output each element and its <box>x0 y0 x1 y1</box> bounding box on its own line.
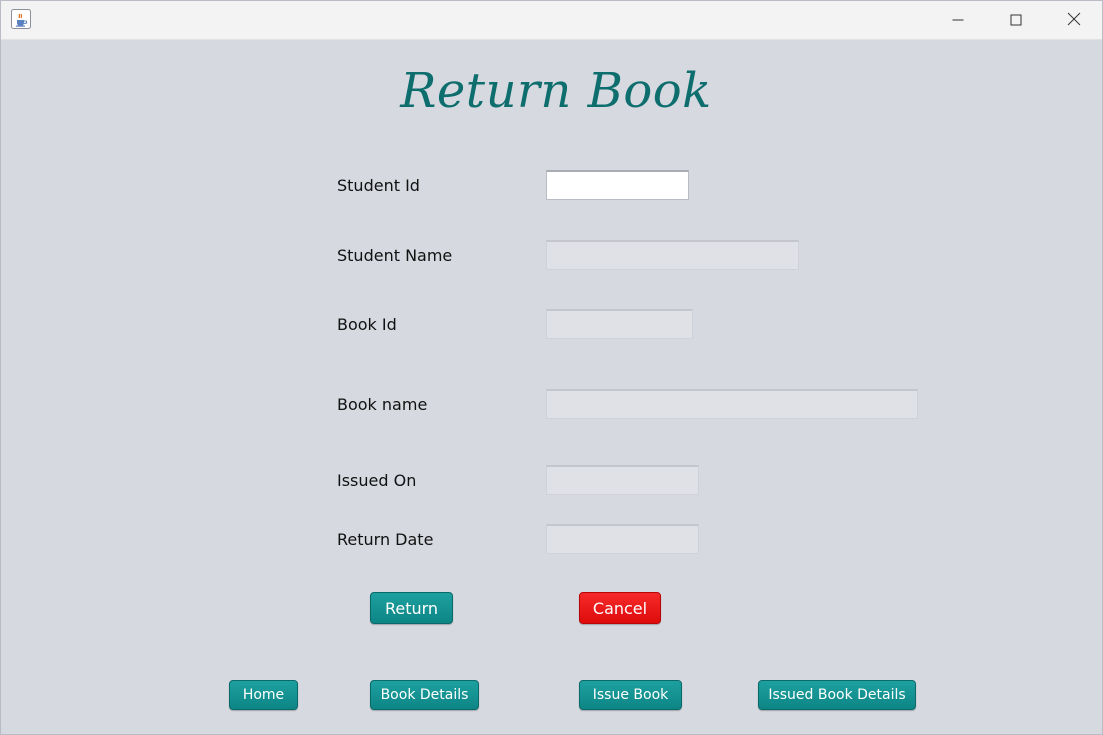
book-id-label: Book Id <box>337 315 397 334</box>
minimize-icon <box>952 11 964 30</box>
issue-book-button[interactable]: Issue Book <box>579 680 682 710</box>
home-button[interactable]: Home <box>229 680 298 710</box>
java-cup-icon <box>11 9 31 29</box>
issued-book-details-button[interactable]: Issued Book Details <box>758 680 916 710</box>
book-name-field[interactable] <box>546 389 918 419</box>
close-button[interactable] <box>1045 1 1102 39</box>
title-bar <box>1 1 1102 40</box>
book-name-label: Book name <box>337 395 428 414</box>
student-id-input[interactable] <box>546 170 689 200</box>
issued-on-label: Issued On <box>337 471 417 490</box>
student-id-label: Student Id <box>337 176 420 195</box>
student-name-label: Student Name <box>337 246 453 265</box>
close-icon <box>1067 11 1081 30</box>
student-name-field[interactable] <box>546 240 799 270</box>
page-title: Return Book <box>400 63 712 119</box>
app-window: Return Book Student Id Student Name Book… <box>0 0 1103 735</box>
cancel-button[interactable]: Cancel <box>579 592 661 624</box>
minimize-button[interactable] <box>929 1 987 39</box>
issued-on-field[interactable] <box>546 465 699 495</box>
maximize-button[interactable] <box>987 1 1045 39</box>
maximize-icon <box>1010 11 1022 30</box>
book-id-field[interactable] <box>546 309 693 339</box>
return-date-label: Return Date <box>337 530 434 549</box>
return-date-field[interactable] <box>546 524 699 554</box>
book-details-button[interactable]: Book Details <box>370 680 479 710</box>
return-button[interactable]: Return <box>370 592 453 624</box>
